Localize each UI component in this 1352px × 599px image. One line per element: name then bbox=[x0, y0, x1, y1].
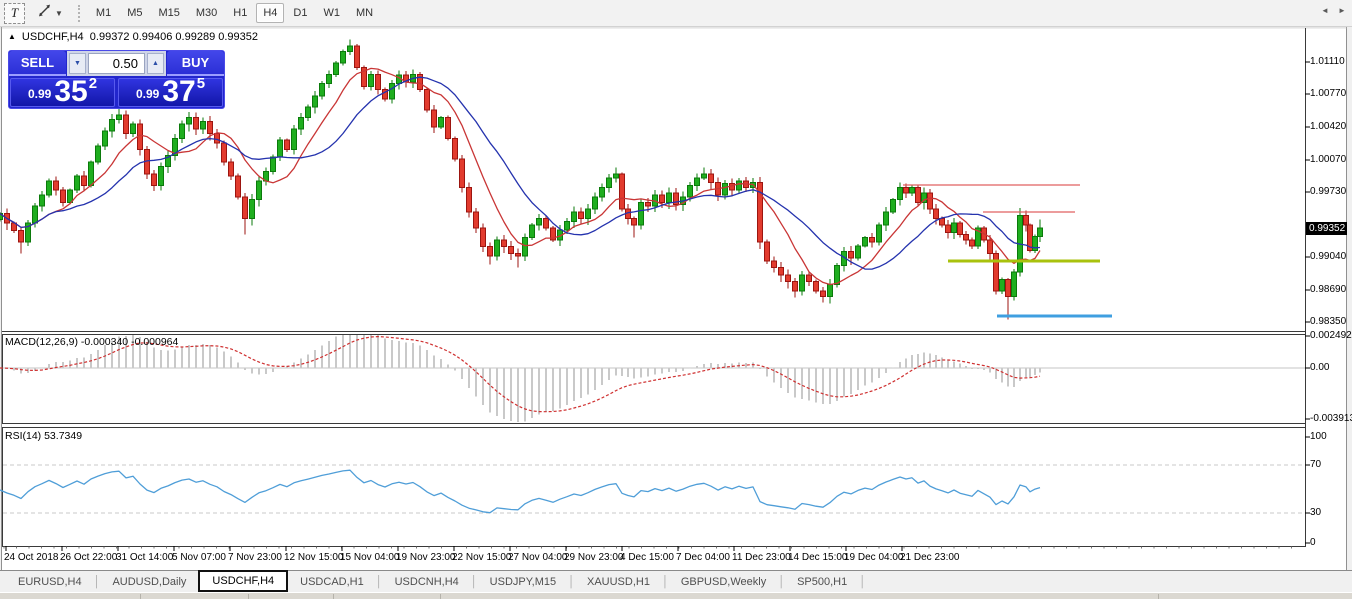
timeframe-button-h4[interactable]: H4 bbox=[256, 3, 284, 23]
time-axis-label: 11 Dec 23:00 bbox=[732, 552, 791, 563]
mt4-terminal: T ▼ M1M5M15M30H1H4D1W1MN ▲ USDCHF,H4 0.99… bbox=[0, 0, 1352, 599]
text-tool-button[interactable]: T bbox=[4, 3, 25, 24]
time-axis-label: 7 Dec 04:00 bbox=[676, 552, 730, 563]
arrows-icon bbox=[37, 3, 52, 23]
symbol-tab-usdcad[interactable]: USDCAD,H1 bbox=[288, 571, 376, 592]
status-separator bbox=[248, 594, 249, 599]
timeframe-button-group: M1M5M15M30H1H4D1W1MN bbox=[88, 3, 381, 23]
tab-scroll-left-icon[interactable]: ◄ bbox=[1321, 6, 1329, 15]
symbol-tab-sp500[interactable]: SP500,H1 bbox=[785, 571, 859, 592]
timeframe-button-m30[interactable]: M30 bbox=[189, 3, 224, 23]
tab-separator: │ bbox=[568, 571, 575, 592]
time-axis-label: 24 Oct 2018 bbox=[4, 552, 58, 563]
time-axis-label: 27 Nov 04:00 bbox=[508, 552, 568, 563]
chevron-down-icon: ▼ bbox=[55, 9, 63, 18]
buy-price-sup: 5 bbox=[197, 75, 205, 92]
symbol-tab-usdcnh[interactable]: USDCNH,H4 bbox=[383, 571, 471, 592]
toolbar: T ▼ M1M5M15M30H1H4D1W1MN bbox=[0, 0, 1352, 27]
status-separator bbox=[1158, 594, 1159, 599]
timeframe-button-d1[interactable]: D1 bbox=[286, 3, 314, 23]
time-axis-label: 5 Nov 07:00 bbox=[172, 552, 226, 563]
price-axis-label: 1.00770 bbox=[1310, 89, 1350, 99]
rsi-axis-label: 100 bbox=[1310, 432, 1350, 442]
time-axis-label: 31 Oct 14:00 bbox=[116, 552, 173, 563]
sell-button[interactable]: SELL bbox=[9, 51, 66, 76]
rsi-label: RSI(14) 53.7349 bbox=[5, 430, 82, 442]
status-bar bbox=[0, 592, 1352, 599]
rsi-axis-label: 70 bbox=[1310, 460, 1350, 470]
time-axis-label: 15 Nov 04:00 bbox=[340, 552, 400, 563]
buy-price-prefix: 0.99 bbox=[136, 87, 159, 101]
price-axis-label: 1.01110 bbox=[1310, 57, 1350, 67]
status-separator bbox=[140, 594, 141, 599]
symbol-tab-bar: EURUSD,H4│AUDUSD,DailyUSDCHF,H4USDCAD,H1… bbox=[0, 570, 1352, 592]
sell-price-sup: 2 bbox=[89, 75, 97, 92]
price-axis-label: 0.98350 bbox=[1310, 317, 1350, 327]
time-axis-label: 21 Dec 23:00 bbox=[900, 552, 960, 563]
tab-separator: │ bbox=[94, 571, 101, 592]
macd-axis-label: 0.00 bbox=[1310, 363, 1350, 373]
tab-separator: │ bbox=[471, 571, 478, 592]
tab-separator: │ bbox=[376, 571, 383, 592]
tab-scroll-right-icon[interactable]: ► bbox=[1338, 6, 1346, 15]
status-separator bbox=[440, 594, 441, 599]
tab-separator: │ bbox=[662, 571, 669, 592]
chart-title: ▲ USDCHF,H4 0.99372 0.99406 0.99289 0.993… bbox=[8, 31, 258, 43]
macd-axis-label: 0.002492 bbox=[1310, 331, 1350, 341]
rsi-axis-label: 30 bbox=[1310, 508, 1350, 518]
timeframe-button-h1[interactable]: H1 bbox=[226, 3, 254, 23]
time-axis-label: 4 Dec 15:00 bbox=[620, 552, 674, 563]
price-axis-label: 0.99730 bbox=[1310, 187, 1350, 197]
time-axis-label: 19 Dec 04:00 bbox=[844, 552, 904, 563]
volume-input[interactable] bbox=[88, 53, 145, 74]
tab-separator: │ bbox=[859, 571, 866, 592]
timeframe-button-mn[interactable]: MN bbox=[349, 3, 380, 23]
time-axis-label: 19 Nov 23:00 bbox=[396, 552, 456, 563]
volume-stepper: ▼ ▲ bbox=[67, 51, 166, 76]
timeframe-button-m5[interactable]: M5 bbox=[120, 3, 149, 23]
timeframe-button-m15[interactable]: M15 bbox=[151, 3, 186, 23]
price-axis-label: 1.00420 bbox=[1310, 122, 1350, 132]
time-axis-label: 29 Nov 23:00 bbox=[564, 552, 624, 563]
chart-ohlc-values: 0.99372 0.99406 0.99289 0.99352 bbox=[90, 31, 258, 43]
tab-separator: │ bbox=[778, 571, 785, 592]
symbol-tab-usdchf[interactable]: USDCHF,H4 bbox=[198, 570, 288, 592]
time-axis-label: 7 Nov 23:00 bbox=[228, 552, 282, 563]
status-separator bbox=[333, 594, 334, 599]
symbol-tab-audusd[interactable]: AUDUSD,Daily bbox=[100, 571, 198, 592]
current-price-tag: 0.99352 bbox=[1306, 222, 1347, 235]
symbol-tab-eurusd[interactable]: EURUSD,H4 bbox=[6, 571, 94, 592]
price-axis-label: 1.00070 bbox=[1310, 155, 1350, 165]
time-axis-label: 12 Nov 15:00 bbox=[284, 552, 344, 563]
timeframe-button-w1[interactable]: W1 bbox=[316, 3, 347, 23]
sell-price-big: 35 bbox=[54, 80, 87, 105]
sell-price-display[interactable]: 0.99 35 2 bbox=[10, 78, 115, 107]
symbol-tab-xauusd[interactable]: XAUUSD,H1 bbox=[575, 571, 662, 592]
sell-price-prefix: 0.99 bbox=[28, 87, 51, 101]
volume-increase-button[interactable]: ▲ bbox=[147, 53, 164, 74]
arrows-tool-button[interactable]: ▼ bbox=[31, 3, 69, 24]
buy-button[interactable]: BUY bbox=[167, 51, 224, 76]
price-axis-label: 0.99040 bbox=[1310, 252, 1350, 262]
macd-label: MACD(12,26,9) -0.000340 -0.000964 bbox=[5, 336, 178, 348]
symbol-tab-gbpusd[interactable]: GBPUSD,Weekly bbox=[669, 571, 778, 592]
chart-symbol-label: USDCHF,H4 bbox=[22, 31, 84, 43]
time-axis-label: 14 Dec 15:00 bbox=[788, 552, 848, 563]
toolbar-grip[interactable] bbox=[78, 5, 81, 22]
collapse-icon[interactable]: ▲ bbox=[8, 32, 16, 41]
volume-decrease-button[interactable]: ▼ bbox=[69, 53, 86, 74]
symbol-tab-usdjpy[interactable]: USDJPY,M15 bbox=[478, 571, 568, 592]
rsi-axis-label: 0 bbox=[1310, 538, 1350, 548]
price-axis-label: 0.98690 bbox=[1310, 285, 1350, 295]
one-click-trading-panel: SELL ▼ ▲ BUY 0.99 35 2 0.99 37 5 bbox=[8, 50, 225, 109]
time-axis-label: 22 Nov 15:00 bbox=[452, 552, 512, 563]
buy-price-big: 37 bbox=[162, 80, 195, 105]
time-axis-label: 26 Oct 22:00 bbox=[60, 552, 117, 563]
timeframe-button-m1[interactable]: M1 bbox=[89, 3, 118, 23]
macd-axis-label: -0.003913 bbox=[1310, 414, 1350, 424]
buy-price-display[interactable]: 0.99 37 5 bbox=[118, 78, 223, 107]
